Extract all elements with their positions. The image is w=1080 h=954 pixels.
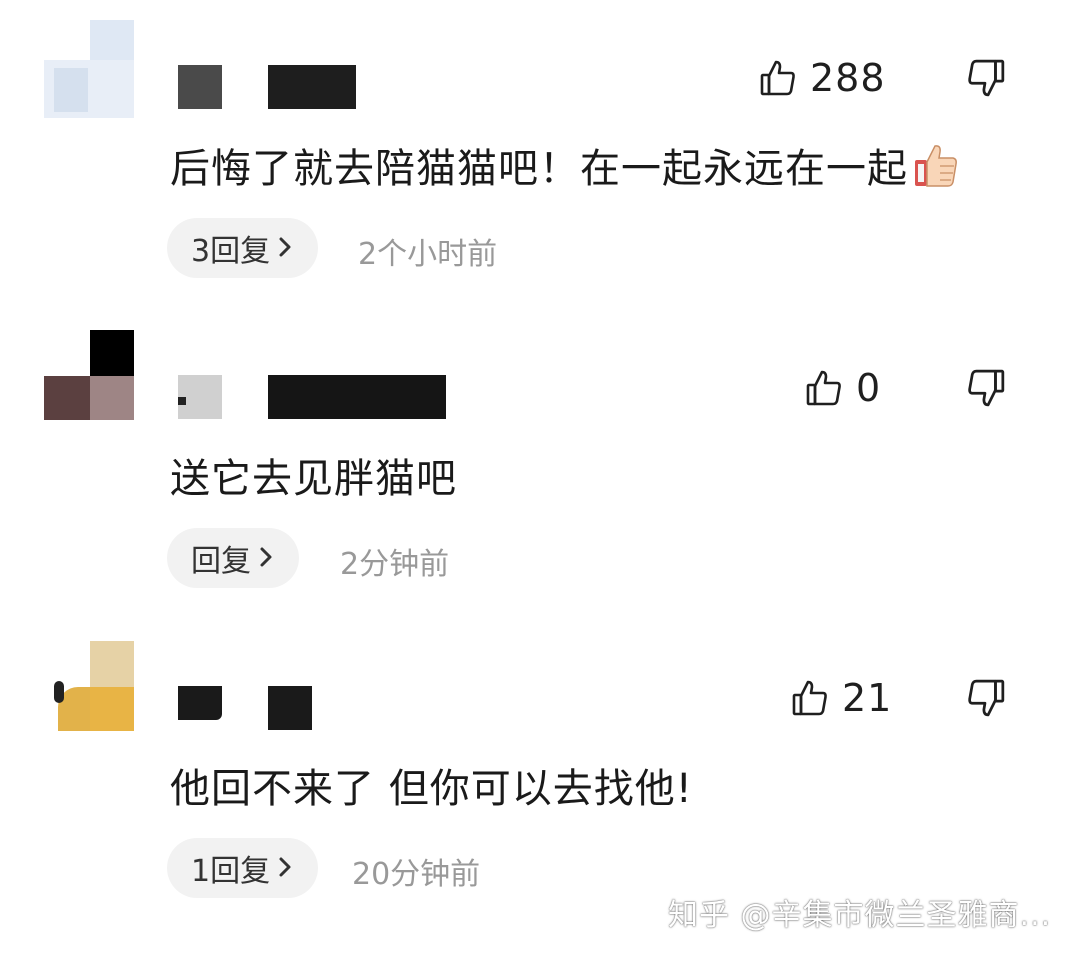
comment-text: 送它去见胖猫吧 [170, 456, 457, 502]
like-count: 288 [810, 56, 886, 100]
thumbs-down-icon[interactable] [966, 368, 1006, 408]
like-button[interactable]: 288 [760, 56, 886, 100]
reply-label: 3回复 [191, 234, 271, 269]
avatar[interactable] [44, 641, 134, 731]
thumbs-up-emoji [912, 142, 960, 200]
reply-label: 1回复 [191, 854, 271, 889]
thumbs-up-icon [760, 59, 796, 97]
like-count: 0 [856, 366, 882, 410]
thumbs-down-icon[interactable] [966, 58, 1006, 98]
reply-button[interactable]: 1回复 [167, 838, 319, 898]
like-button[interactable]: 0 [806, 366, 881, 410]
chevron-right-icon [278, 851, 292, 886]
avatar[interactable] [44, 330, 134, 420]
comment-text: 后悔了就去陪猫猫吧！在一起永远在一起 [170, 136, 960, 200]
timestamp: 2个小时前 [358, 237, 498, 272]
watermark: 知乎 @辛集市微兰圣雅商... [668, 898, 1052, 933]
like-button[interactable]: 21 [792, 676, 892, 720]
avatar[interactable] [44, 20, 134, 118]
thumbs-down-icon[interactable] [966, 678, 1006, 718]
comment-text-content: 后悔了就去陪猫猫吧！在一起永远在一起 [170, 146, 908, 192]
chevron-right-icon [259, 541, 273, 576]
timestamp: 20分钟前 [352, 857, 481, 892]
thumbs-up-icon [806, 369, 842, 407]
reply-button[interactable]: 3回复 [167, 218, 319, 278]
thumbs-up-icon [792, 679, 828, 717]
reply-label: 回复 [191, 544, 251, 579]
comment-text: 他回不来了 但你可以去找他! [170, 766, 693, 812]
timestamp: 2分钟前 [340, 547, 450, 582]
chevron-right-icon [278, 231, 292, 266]
reply-button[interactable]: 回复 [167, 528, 299, 588]
like-count: 21 [842, 676, 893, 720]
